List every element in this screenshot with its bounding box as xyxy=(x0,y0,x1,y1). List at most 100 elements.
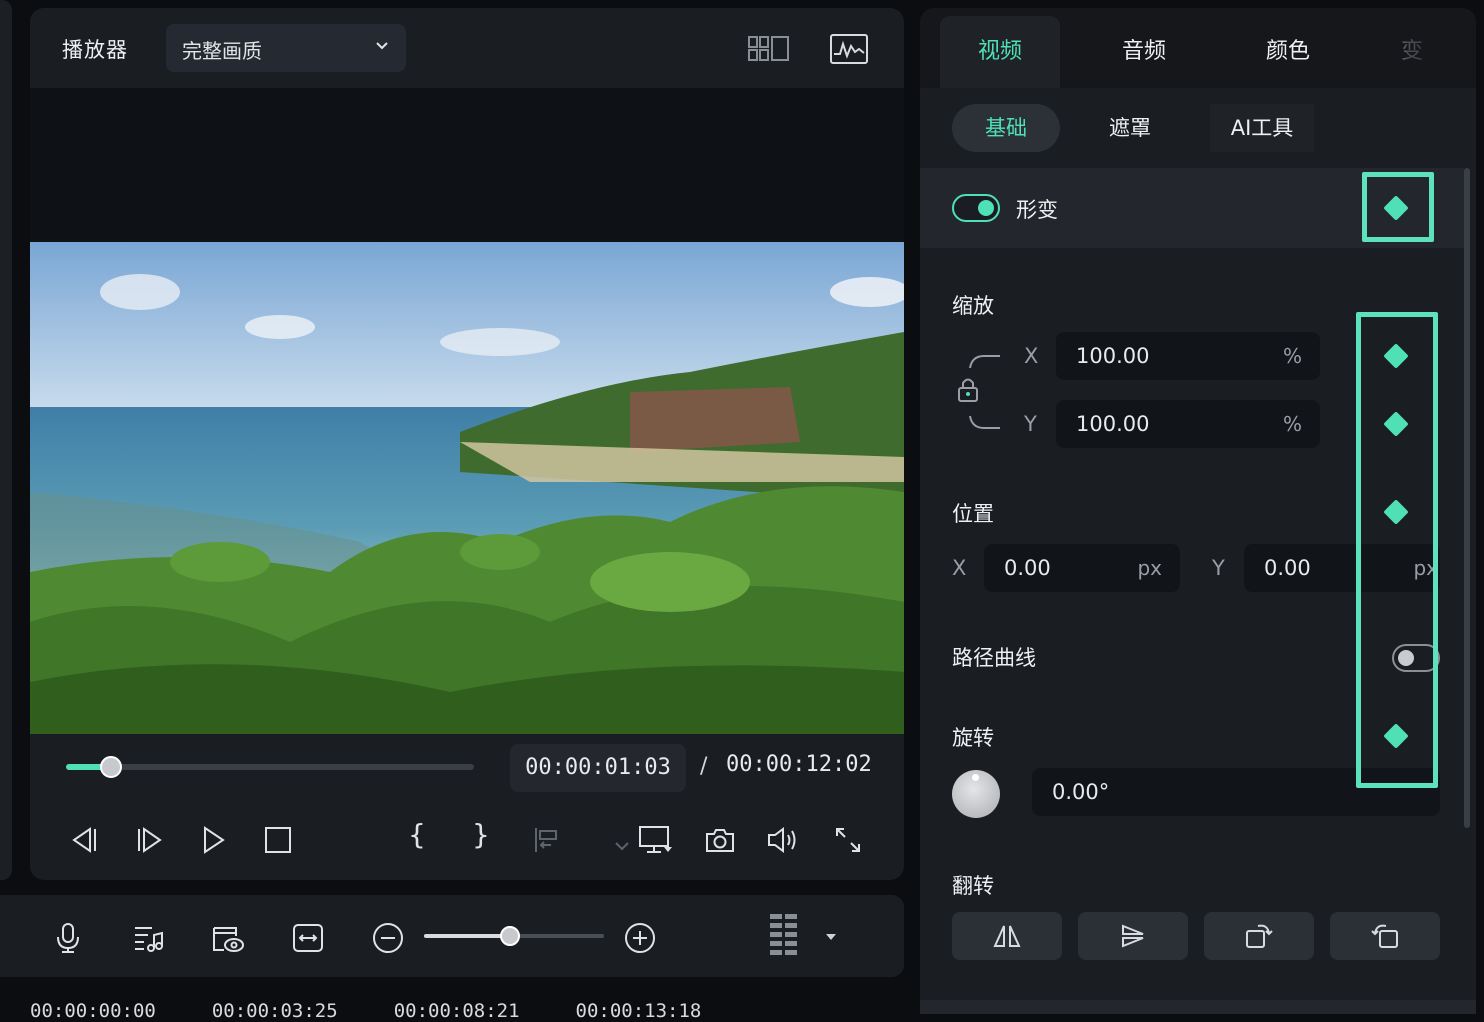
play-icon xyxy=(204,826,225,854)
caret-down-icon[interactable] xyxy=(824,932,838,942)
track-height-button[interactable] xyxy=(764,910,804,962)
audio-track-button[interactable] xyxy=(128,918,168,958)
subtab-ai-tools[interactable]: AI工具 xyxy=(1210,104,1314,152)
rotate-counterclockwise-icon xyxy=(1371,924,1398,948)
lock-aspect-icon[interactable] xyxy=(954,354,1004,432)
flip-horizontal-icon xyxy=(993,925,1021,947)
total-duration: 00:00:12:02 xyxy=(726,752,872,777)
rotate-right-button[interactable] xyxy=(1204,912,1314,960)
quality-dropdown[interactable]: 完整画质 xyxy=(166,24,406,72)
previous-frame-button[interactable] xyxy=(64,820,104,860)
stop-icon xyxy=(265,827,291,853)
panel-scrollbar[interactable] xyxy=(1464,168,1470,828)
scale-x-input[interactable]: 100.00 % xyxy=(1056,332,1320,380)
insert-clip-button[interactable] xyxy=(526,820,566,860)
zoom-in-button[interactable] xyxy=(620,918,660,958)
ruler-mark: 00:00:00:00 xyxy=(30,1000,156,1022)
ruler-mark: 00:00:08:21 xyxy=(393,1000,520,1022)
subtab-basic[interactable]: 基础 xyxy=(952,104,1060,152)
chevron-down-icon xyxy=(376,42,388,50)
playback-progress-track[interactable] xyxy=(66,764,474,770)
video-viewer xyxy=(30,88,904,734)
flip-label: 翻转 xyxy=(952,874,994,898)
position-y-axis: Y xyxy=(1212,556,1225,580)
flip-vertical-icon xyxy=(1122,924,1144,948)
play-button[interactable] xyxy=(194,820,234,860)
flip-horizontal-button[interactable] xyxy=(952,912,1062,960)
player-panel: 播放器 完整画质 00:00:01:03 / 00:00:12:02 {} xyxy=(30,8,904,880)
fit-timeline-button[interactable] xyxy=(288,918,328,958)
video-frame xyxy=(30,242,904,734)
zoom-out-button[interactable] xyxy=(368,918,408,958)
scale-label: 缩放 xyxy=(952,294,994,318)
position-label: 位置 xyxy=(952,502,994,526)
tab-color[interactable]: 颜色 xyxy=(1228,16,1348,88)
position-x-value: 0.00 xyxy=(1004,556,1051,580)
plus-circle-icon xyxy=(625,923,655,953)
time-separator: / xyxy=(700,754,708,779)
preview-render-button[interactable] xyxy=(208,918,248,958)
expand-icon xyxy=(836,828,860,852)
current-timecode[interactable]: 00:00:01:03 xyxy=(510,744,686,792)
ruler-mark: 00:00:03:25 xyxy=(211,1000,338,1022)
keyframe-highlight-properties xyxy=(1356,312,1438,788)
quality-value: 完整画质 xyxy=(182,39,262,63)
flip-vertical-button[interactable] xyxy=(1078,912,1188,960)
timeline-ruler: 00:00:00:00 00:00:03:25 00:00:08:21 00:00:1… xyxy=(30,1000,701,1022)
scale-y-unit: % xyxy=(1282,412,1302,436)
previous-frame-icon xyxy=(72,827,96,853)
camera-icon xyxy=(706,829,734,852)
transform-label: 形变 xyxy=(1016,198,1058,222)
next-frame-icon xyxy=(138,827,162,853)
waveform-scope-icon[interactable] xyxy=(830,34,868,64)
player-title: 播放器 xyxy=(62,38,128,62)
timeline-zoom-fill xyxy=(424,934,510,938)
fit-width-icon xyxy=(293,924,323,952)
playhead-handle[interactable] xyxy=(100,756,122,778)
rotation-dial[interactable] xyxy=(952,770,1000,818)
fullscreen-button[interactable] xyxy=(828,820,868,860)
tab-audio[interactable]: 音频 xyxy=(1084,16,1204,88)
rotate-clockwise-icon xyxy=(1246,924,1273,948)
stop-button[interactable] xyxy=(258,820,298,860)
timeline-zoom-handle[interactable] xyxy=(500,926,520,946)
render-preview-icon xyxy=(213,927,244,952)
music-list-icon xyxy=(135,927,163,952)
position-x-unit: px xyxy=(1137,556,1162,580)
mark-in-button[interactable]: { xyxy=(408,818,426,851)
display-settings-button[interactable] xyxy=(636,820,676,860)
scale-x-unit: % xyxy=(1282,344,1302,368)
monitor-icon xyxy=(639,826,672,853)
position-x-input[interactable]: 0.00 px xyxy=(984,544,1180,592)
subtab-mask[interactable]: 遮罩 xyxy=(1080,104,1180,152)
transform-toggle[interactable] xyxy=(952,194,1000,222)
insert-clip-icon xyxy=(535,828,557,852)
ruler-mark: 00:00:13:18 xyxy=(575,1000,702,1022)
left-panel-edge xyxy=(0,0,12,880)
mark-out-button[interactable]: } xyxy=(472,818,490,851)
scale-y-input[interactable]: 100.00 % xyxy=(1056,400,1320,448)
position-y-value: 0.00 xyxy=(1264,556,1311,580)
next-section-header xyxy=(920,1000,1476,1014)
scale-y-value: 100.00 xyxy=(1076,412,1150,436)
record-voiceover-button[interactable] xyxy=(48,918,88,958)
microphone-icon xyxy=(57,923,79,953)
property-panel: 视频 音频 颜色 变 基础 遮罩 AI工具 形变 缩放 X 100.00 % Y… xyxy=(920,8,1476,1014)
tab-video[interactable]: 视频 xyxy=(940,16,1060,88)
minus-circle-icon xyxy=(373,923,403,953)
path-curve-label: 路径曲线 xyxy=(952,646,1036,670)
scale-y-axis: Y xyxy=(1024,412,1037,436)
rotation-label: 旋转 xyxy=(952,726,994,750)
scale-x-value: 100.00 xyxy=(1076,344,1150,368)
position-x-axis: X xyxy=(952,556,967,580)
chevron-down-icon[interactable] xyxy=(614,840,630,852)
scale-x-axis: X xyxy=(1024,344,1039,368)
next-frame-button[interactable] xyxy=(130,820,170,860)
track-layout-icon xyxy=(770,914,797,955)
speaker-icon xyxy=(768,827,796,853)
snapshot-button[interactable] xyxy=(700,820,740,860)
rotate-left-button[interactable] xyxy=(1330,912,1440,960)
grid-view-icon[interactable] xyxy=(748,36,790,62)
volume-button[interactable] xyxy=(764,820,804,860)
rotation-value: 0.00° xyxy=(1052,780,1110,804)
